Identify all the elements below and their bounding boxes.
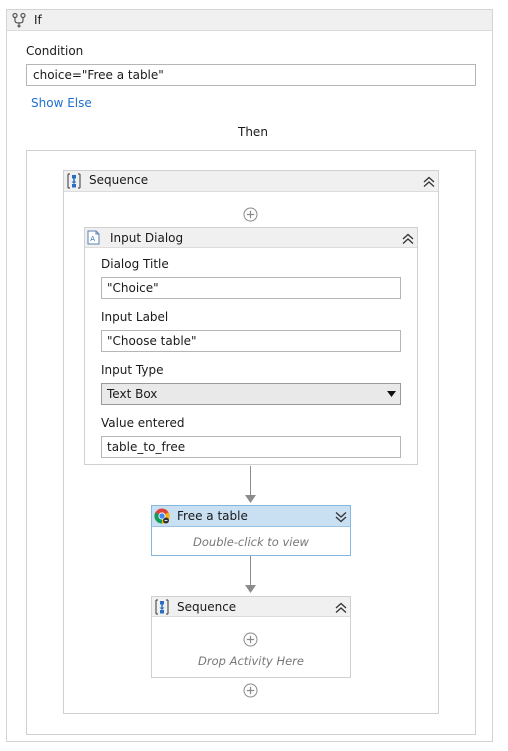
add-activity-icon[interactable]: [243, 683, 258, 698]
show-else-link[interactable]: Show Else: [31, 96, 92, 110]
dropdown-arrow-icon[interactable]: [387, 391, 396, 397]
add-activity-icon[interactable]: [243, 632, 258, 647]
input-dialog-title: Input Dialog: [110, 231, 184, 245]
if-branch-icon: [12, 12, 26, 28]
connector-arrow-icon: [245, 495, 256, 503]
sequence-icon: [155, 599, 169, 615]
input-type-label: Input Type: [101, 363, 164, 377]
double-chevron-up-icon[interactable]: [401, 232, 415, 246]
double-chevron-down-icon[interactable]: [334, 510, 348, 524]
free-a-table-title: Free a table: [177, 509, 248, 523]
input-dialog-icon: A: [87, 230, 100, 245]
drop-activity-hint: Drop Activity Here: [198, 654, 304, 668]
if-activity-header[interactable]: [7, 10, 492, 31]
connector-line: [250, 466, 251, 496]
condition-label: Condition: [26, 44, 84, 58]
free-a-table-hint: Double-click to view: [193, 535, 309, 549]
connector-arrow-icon: [245, 585, 256, 593]
dialog-title-label: Dialog Title: [101, 257, 169, 271]
input-label-input[interactable]: "Choose table": [101, 330, 401, 352]
condition-input[interactable]: choice="Free a table": [26, 64, 476, 86]
outer-sequence-title: Sequence: [89, 173, 149, 187]
connector-line: [250, 556, 251, 586]
double-chevron-up-icon[interactable]: [422, 175, 436, 189]
chrome-browser-icon: [154, 508, 170, 524]
input-type-select[interactable]: Text Box: [101, 383, 401, 405]
value-entered-input[interactable]: table_to_free: [101, 436, 401, 458]
add-activity-icon[interactable]: [243, 207, 258, 222]
input-label-label: Input Label: [101, 310, 169, 324]
inner-sequence-title: Sequence: [177, 600, 237, 614]
value-entered-label: Value entered: [101, 416, 185, 430]
sequence-icon: [67, 173, 81, 189]
then-label: Then: [238, 125, 268, 139]
double-chevron-up-icon[interactable]: [334, 601, 348, 615]
svg-text:A: A: [90, 235, 95, 243]
if-activity-title: If: [34, 13, 42, 27]
dialog-title-input[interactable]: "Choice": [101, 277, 401, 299]
